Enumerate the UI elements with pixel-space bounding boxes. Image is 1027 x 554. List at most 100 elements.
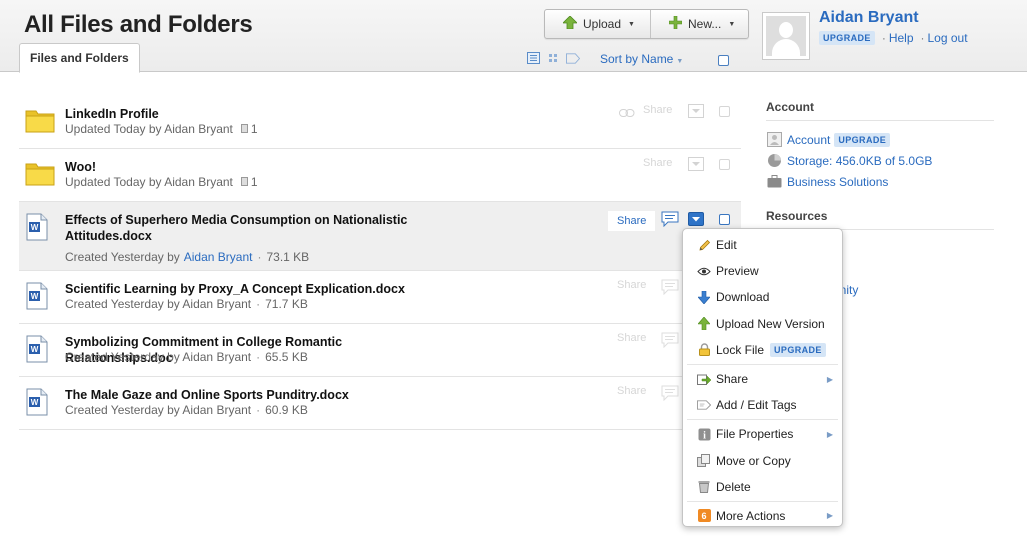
info-icon: i [697, 427, 711, 441]
tag-view-icon[interactable] [566, 52, 580, 64]
business-link[interactable]: Business Solutions [787, 175, 888, 189]
menu-item-label: More Actions [716, 508, 786, 523]
row-checkbox[interactable] [719, 214, 730, 225]
plus-icon [668, 15, 683, 32]
share-link[interactable]: Share [643, 157, 672, 169]
comment-icon[interactable] [661, 332, 679, 351]
comment-icon[interactable] [661, 211, 679, 230]
menu-item-label: Edit [716, 238, 737, 253]
grid-view-icon[interactable] [546, 52, 560, 64]
pie-chart-icon [766, 153, 782, 169]
file-name[interactable]: LinkedIn Profile [65, 106, 445, 122]
folder-icon [25, 160, 55, 189]
upload-arrow-icon [697, 317, 711, 331]
file-count: 1 [250, 122, 258, 136]
list-item-selected[interactable]: W Effects of Superhero Media Consumption… [19, 202, 741, 271]
row-checkbox[interactable] [719, 159, 730, 170]
file-meta-text: Updated Today by Aidan Bryant [65, 175, 233, 189]
share-link[interactable]: Share [617, 332, 646, 344]
new-label: New... [688, 17, 722, 31]
share-link[interactable]: Share [617, 385, 646, 397]
menu-item-add-edit-tags[interactable]: Add / Edit Tags [683, 392, 842, 418]
lock-icon [697, 343, 711, 357]
page-title: All Files and Folders [24, 11, 253, 38]
svg-text:W: W [31, 398, 39, 407]
header: All Files and Folders Files and Folders … [0, 0, 1027, 73]
word-doc-icon: W [25, 335, 49, 366]
resources-section-title: Resources [766, 209, 994, 230]
menu-item-upload-new-version[interactable]: Upload New Version [683, 311, 842, 337]
new-button[interactable]: New... ▼ [650, 10, 748, 38]
file-name[interactable]: Effects of Superhero Media Consumption o… [65, 212, 445, 244]
list-item[interactable]: W Symbolizing Commitment in College Roma… [19, 324, 741, 377]
owner-link[interactable]: Aidan Bryant [184, 250, 253, 264]
menu-item-move-or-copy[interactable]: Move or Copy [683, 448, 842, 474]
list-view-icon[interactable] [526, 52, 540, 64]
share-link[interactable]: Share [643, 104, 672, 116]
separator-dot: · [256, 403, 261, 417]
upload-button[interactable]: Upload ▼ [545, 10, 650, 38]
word-doc-icon: W [25, 213, 49, 244]
upgrade-badge[interactable]: UPGRADE [770, 342, 826, 357]
file-name[interactable]: Scientific Learning by Proxy_A Concept E… [65, 281, 445, 297]
menu-item-label: Lock File [716, 342, 765, 357]
caret-down-icon: ▼ [728, 20, 736, 28]
file-meta-text: Created Yesterday by Aidan Bryant [65, 297, 252, 311]
user-links: UPGRADE · Help · Log out [819, 31, 968, 45]
file-count-icon [240, 175, 248, 189]
options-dropdown-icon[interactable] [688, 212, 704, 229]
row-checkbox[interactable] [719, 106, 730, 117]
menu-item-more-actions[interactable]: 6 More Actions ▶ [683, 503, 842, 529]
file-name[interactable]: The Male Gaze and Online Sports Punditry… [65, 387, 445, 403]
sidebar-item-business[interactable]: Business Solutions [766, 171, 994, 192]
upgrade-badge[interactable]: UPGRADE [819, 31, 875, 45]
menu-divider [687, 363, 838, 365]
comment-icon[interactable] [661, 279, 679, 298]
file-meta: Updated Today by Aidan Bryant 1 [65, 175, 258, 189]
sort-label: Sort by Name [600, 52, 674, 66]
sidebar-item-storage[interactable]: Storage: 456.0KB of 5.0GB [766, 150, 994, 171]
options-dropdown-icon[interactable] [688, 157, 704, 174]
menu-item-file-properties[interactable]: i File Properties ▶ [683, 421, 842, 447]
select-all-checkbox[interactable] [718, 55, 729, 66]
more-actions-icon: 6 [697, 509, 711, 523]
tab-files-and-folders[interactable]: Files and Folders [19, 43, 140, 73]
menu-item-preview[interactable]: Preview [683, 258, 842, 284]
upload-label: Upload [583, 17, 622, 31]
file-count: 1 [250, 175, 258, 189]
file-size: 71.7 KB [265, 297, 308, 311]
menu-item-delete[interactable]: Delete [683, 474, 842, 500]
sidebar-item-account[interactable]: Account UPGRADE [766, 129, 994, 150]
avatar[interactable] [762, 12, 810, 60]
folder-icon [25, 107, 55, 136]
briefcase-icon [766, 174, 782, 190]
submenu-arrow-icon: ▶ [826, 511, 833, 521]
list-item[interactable]: Woo! Updated Today by Aidan Bryant 1 Sha… [19, 149, 741, 202]
upgrade-badge[interactable]: UPGRADE [834, 132, 891, 147]
menu-item-edit[interactable]: Edit [683, 232, 842, 258]
list-item[interactable]: W Scientific Learning by Proxy_A Concept… [19, 271, 741, 324]
share-link[interactable]: Share [617, 279, 646, 291]
comment-icon[interactable] [661, 385, 679, 404]
move-icon [697, 454, 711, 468]
file-meta: Created Yesterday by Aidan Bryant · 60.9… [65, 403, 308, 417]
share-button[interactable]: Share [608, 211, 656, 231]
toolbar-buttons: Upload ▼ New... ▼ [544, 9, 749, 39]
account-link[interactable]: Account [787, 133, 830, 147]
logout-link[interactable]: Log out [928, 31, 968, 45]
file-name[interactable]: Woo! [65, 159, 445, 175]
list-item[interactable]: W The Male Gaze and Online Sports Pundit… [19, 377, 741, 430]
file-count-icon [240, 122, 248, 136]
menu-item-share[interactable]: Share ▶ [683, 366, 842, 392]
help-link[interactable]: Help [889, 31, 914, 45]
list-item[interactable]: LinkedIn Profile Updated Today by Aidan … [19, 96, 741, 149]
caret-down-icon: ▼ [628, 20, 635, 28]
sort-dropdown[interactable]: Sort by Name ▼ [600, 52, 683, 66]
user-name[interactable]: Aidan Bryant [819, 9, 919, 27]
menu-item-download[interactable]: Download [683, 284, 842, 310]
options-dropdown-icon[interactable] [688, 104, 704, 121]
separator-dot: · [256, 297, 261, 311]
submenu-arrow-icon: ▶ [826, 374, 833, 384]
storage-link[interactable]: Storage: 456.0KB of 5.0GB [787, 154, 932, 168]
menu-item-lock-file[interactable]: Lock File UPGRADE [683, 337, 842, 363]
